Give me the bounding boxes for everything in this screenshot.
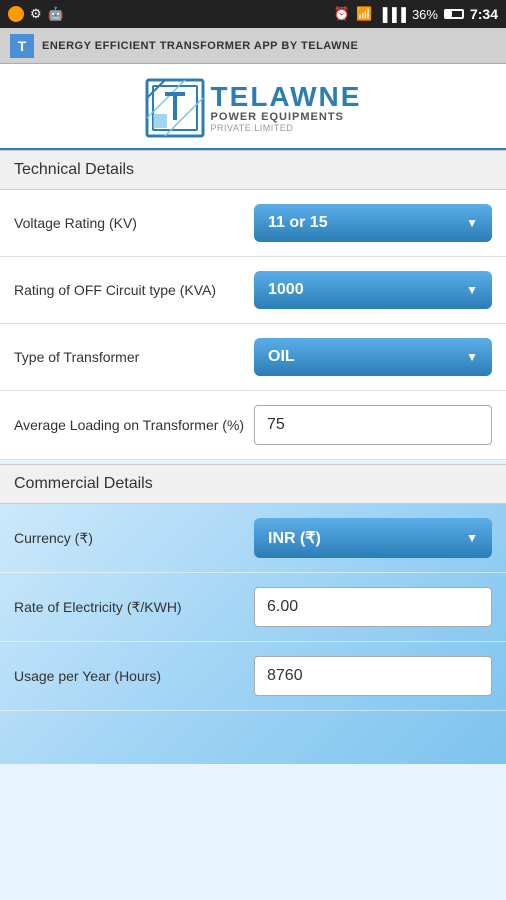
currency-control[interactable]: INR (₹) ▼ — [254, 518, 492, 558]
rate-electricity-input[interactable] — [254, 587, 492, 627]
off-circuit-control[interactable]: 1000 ▼ — [254, 271, 492, 309]
rate-electricity-control[interactable] — [254, 587, 492, 627]
currency-dropdown[interactable]: INR (₹) ▼ — [254, 518, 492, 558]
transformer-type-row: Type of Transformer OIL ▼ — [0, 324, 506, 391]
currency-label: Currency (₹) — [14, 529, 254, 547]
currency-row: Currency (₹) INR (₹) ▼ — [0, 504, 506, 573]
brand-line2: PRIVATE LIMITED — [211, 123, 362, 133]
off-circuit-row: Rating of OFF Circuit type (KVA) 1000 ▼ — [0, 257, 506, 324]
average-loading-row: Average Loading on Transformer (%) — [0, 391, 506, 460]
voltage-rating-value: 11 or 15 — [268, 214, 328, 232]
technical-section-header: Technical Details — [0, 150, 506, 190]
commercial-section-header: Commercial Details — [0, 464, 506, 504]
rate-electricity-label: Rate of Electricity (₹/KWH) — [14, 598, 254, 616]
logo-icon — [145, 78, 205, 138]
currency-value: INR (₹) — [268, 528, 321, 548]
transformer-type-dropdown[interactable]: OIL ▼ — [254, 338, 492, 376]
off-circuit-dropdown[interactable]: 1000 ▼ — [254, 271, 492, 309]
average-loading-input[interactable] — [254, 405, 492, 445]
alarm-icon: ⏰ — [334, 6, 350, 22]
off-circuit-value: 1000 — [268, 281, 304, 299]
commercial-section-title: Commercial Details — [14, 475, 153, 492]
brand-line1: POWER EQUIPMENTS — [211, 111, 362, 123]
time-display: 7:34 — [470, 6, 498, 22]
off-circuit-label: Rating of OFF Circuit type (KVA) — [14, 281, 254, 299]
battery-icon — [444, 9, 464, 19]
status-left-icons: ⚙ 🤖 — [8, 6, 64, 22]
signal-icon: ▐▐▐ — [378, 7, 406, 22]
circle-icon — [8, 6, 24, 22]
app-icon: T — [10, 34, 34, 58]
status-right-icons: ⏰ 📶 ▐▐▐ 36% 7:34 — [334, 6, 498, 22]
dropdown-arrow-icon3: ▼ — [466, 350, 478, 364]
voltage-rating-label: Voltage Rating (KV) — [14, 214, 254, 232]
transformer-type-value: OIL — [268, 348, 295, 366]
dropdown-arrow-icon4: ▼ — [466, 531, 478, 545]
dropdown-arrow-icon: ▼ — [466, 216, 478, 230]
battery-percent: 36% — [412, 7, 438, 22]
status-bar: ⚙ 🤖 ⏰ 📶 ▐▐▐ 36% 7:34 — [0, 0, 506, 28]
wifi-icon: 📶 — [356, 6, 372, 22]
transformer-type-control[interactable]: OIL ▼ — [254, 338, 492, 376]
usage-year-control[interactable] — [254, 656, 492, 696]
logo-area: TELAWNE POWER EQUIPMENTS PRIVATE LIMITED — [0, 64, 506, 150]
android-icon: 🤖 — [48, 6, 64, 22]
title-bar: T ENERGY EFFICIENT TRANSFORMER APP BY TE… — [0, 28, 506, 64]
voltage-rating-control[interactable]: 11 or 15 ▼ — [254, 204, 492, 242]
commercial-form: Currency (₹) INR (₹) ▼ Rate of Electrici… — [0, 504, 506, 764]
logo-text: TELAWNE POWER EQUIPMENTS PRIVATE LIMITED — [211, 83, 362, 133]
voltage-rating-row: Voltage Rating (KV) 11 or 15 ▼ — [0, 190, 506, 257]
usage-year-input[interactable] — [254, 656, 492, 696]
usage-year-row: Usage per Year (Hours) — [0, 642, 506, 711]
technical-section-title: Technical Details — [14, 161, 134, 178]
usage-year-label: Usage per Year (Hours) — [14, 667, 254, 685]
rate-electricity-row: Rate of Electricity (₹/KWH) — [0, 573, 506, 642]
average-loading-label: Average Loading on Transformer (%) — [14, 416, 254, 434]
voltage-rating-dropdown[interactable]: 11 or 15 ▼ — [254, 204, 492, 242]
technical-form: Voltage Rating (KV) 11 or 15 ▼ Rating of… — [0, 190, 506, 460]
average-loading-control[interactable] — [254, 405, 492, 445]
transformer-type-label: Type of Transformer — [14, 348, 254, 366]
dropdown-arrow-icon2: ▼ — [466, 283, 478, 297]
title-bar-text: ENERGY EFFICIENT TRANSFORMER APP BY TELA… — [42, 40, 358, 52]
brand-name: TELAWNE — [211, 83, 362, 111]
usb-icon: ⚙ — [30, 6, 42, 22]
